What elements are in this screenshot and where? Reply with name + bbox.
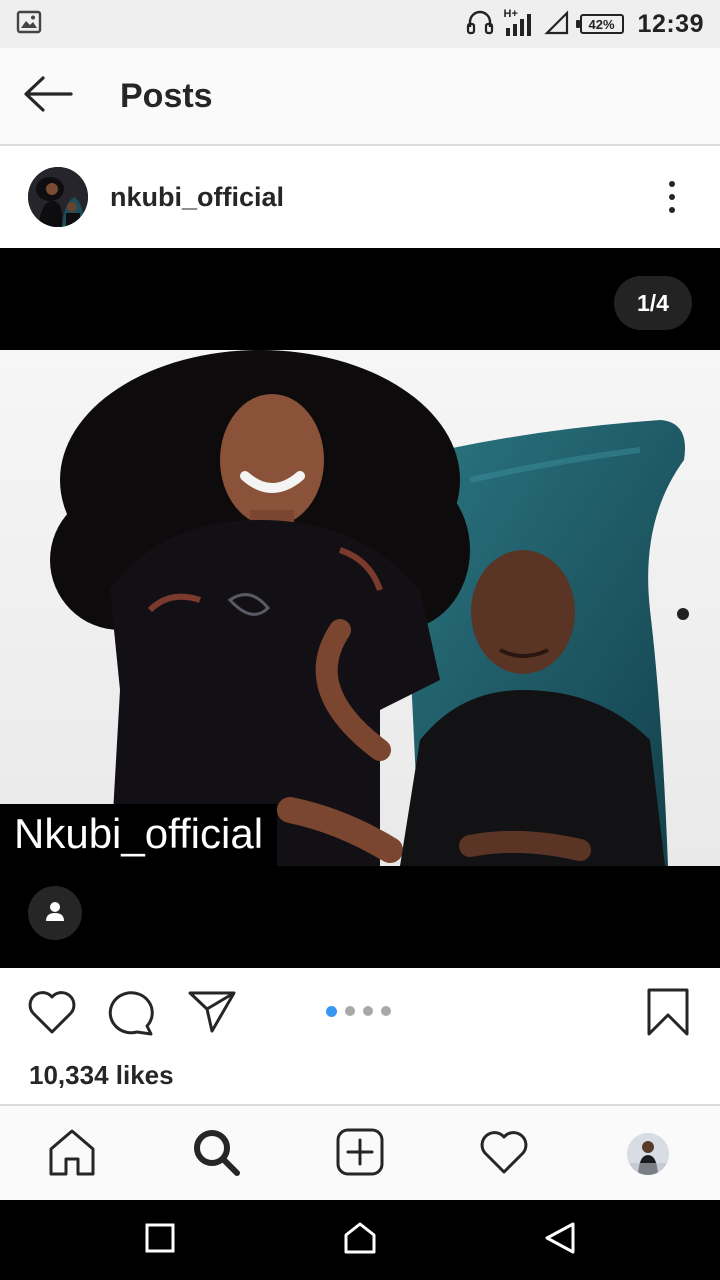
save-button[interactable] [642, 988, 694, 1040]
share-icon [187, 989, 237, 1040]
home-system-button[interactable] [338, 1218, 382, 1262]
nav-search[interactable] [190, 1128, 242, 1180]
activity-heart-icon [479, 1129, 529, 1180]
nav-home[interactable] [46, 1128, 98, 1180]
home-outline-icon [343, 1221, 377, 1260]
headphones-icon [466, 9, 494, 40]
back-system-button[interactable] [538, 1218, 582, 1262]
author-avatar[interactable] [28, 167, 88, 227]
recents-button[interactable] [138, 1218, 182, 1262]
overlay-caption: Nkubi_official [0, 804, 278, 866]
more-vertical-icon [669, 181, 675, 187]
signal-strength-icon [543, 9, 570, 40]
nav-add-post[interactable] [334, 1128, 386, 1180]
arrow-left-icon [23, 75, 73, 117]
post-photo [0, 350, 720, 866]
battery-percent: 42% [588, 16, 615, 32]
system-navigation-bar [0, 1200, 720, 1280]
carousel-dot-active [326, 1005, 337, 1017]
carousel-indicator [326, 1005, 391, 1017]
search-icon [191, 1127, 241, 1182]
user-tag-button[interactable] [28, 886, 82, 940]
comment-button[interactable] [106, 988, 158, 1040]
profile-avatar [627, 1133, 669, 1175]
app-header: Posts [0, 48, 720, 146]
back-button[interactable] [0, 47, 96, 145]
likes-count[interactable]: 10,334 likes [29, 1060, 174, 1091]
status-time: 12:39 [637, 9, 704, 38]
image-notification-icon [16, 10, 42, 39]
user-tag-icon [43, 899, 67, 928]
like-button[interactable] [26, 988, 78, 1040]
add-post-icon [335, 1127, 385, 1182]
slide-counter: 1/4 [614, 276, 692, 330]
bookmark-icon [646, 987, 690, 1042]
post-header: nkubi_official [0, 146, 720, 248]
page-title: Posts [120, 76, 213, 115]
nav-activity[interactable] [478, 1128, 530, 1180]
carousel-dot [381, 1006, 391, 1016]
more-options-button[interactable] [652, 167, 692, 227]
bottom-nav [0, 1104, 720, 1200]
nav-profile[interactable] [622, 1128, 674, 1180]
post-actions [0, 968, 720, 1058]
carousel-dot [345, 1006, 355, 1016]
recents-square-icon [144, 1222, 176, 1259]
heart-icon [27, 989, 77, 1040]
status-bar: H+ 42% 12:39 [0, 0, 720, 48]
home-icon [47, 1127, 97, 1182]
carousel-dot [363, 1006, 373, 1016]
post-media[interactable]: 1/4 Nkubi_official [0, 248, 720, 968]
signal-h-plus-icon: H+ [504, 8, 534, 38]
back-triangle-icon [543, 1221, 577, 1260]
comment-icon [107, 988, 157, 1041]
battery-icon: 42% [575, 14, 624, 34]
share-button[interactable] [186, 988, 238, 1040]
author-username[interactable]: nkubi_official [110, 182, 284, 213]
